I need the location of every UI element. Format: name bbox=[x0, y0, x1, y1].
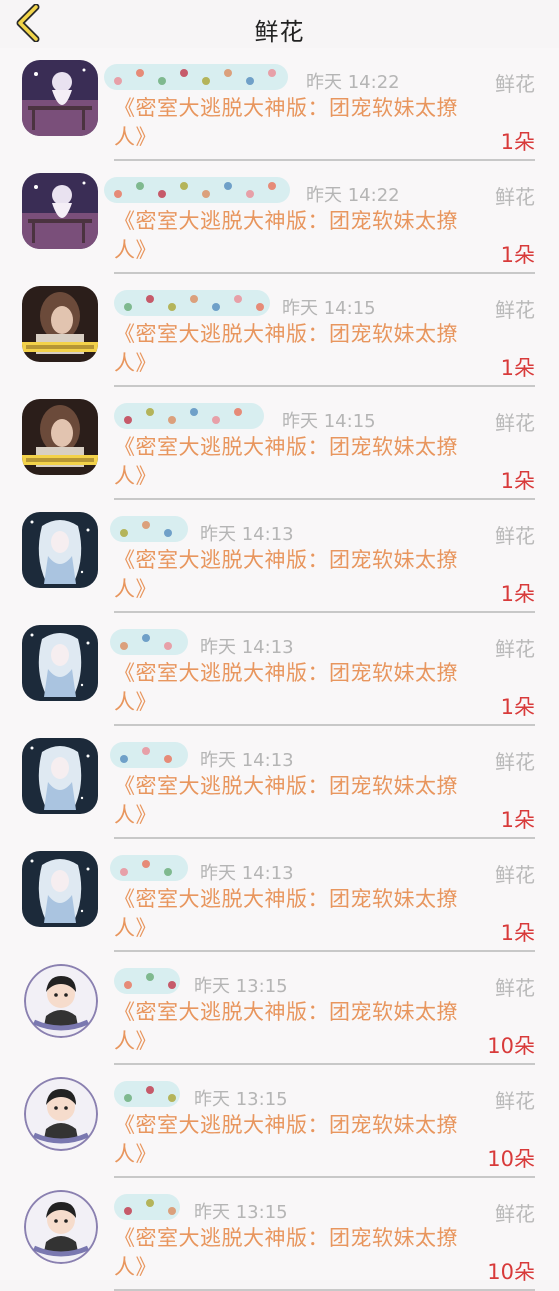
cartoon-boy-avatar[interactable] bbox=[24, 1190, 98, 1264]
gift-type: 鲜花 bbox=[495, 298, 535, 322]
flower-count: 1朵 bbox=[500, 356, 535, 380]
gift-time: 昨天 14:15 bbox=[282, 411, 376, 432]
anime-white-hair-avatar[interactable] bbox=[22, 512, 98, 588]
flower-count: 10朵 bbox=[487, 1147, 535, 1171]
book-title-link[interactable]: 《密室大逃脱大神版：团宠软妹太撩人》 bbox=[114, 546, 474, 604]
list-item[interactable]: 昨天 13:15 鲜花 《密室大逃脱大神版：团宠软妹太撩人》 10朵 bbox=[0, 952, 559, 1065]
username-redacted bbox=[114, 290, 270, 316]
list-item[interactable]: 昨天 13:15 鲜花 《密室大逃脱大神版：团宠软妹太撩人》 10朵 bbox=[0, 1178, 559, 1291]
flower-count: 10朵 bbox=[487, 1260, 535, 1284]
username-redacted bbox=[114, 403, 264, 429]
book-title-link[interactable]: 《密室大逃脱大神版：团宠软妹太撩人》 bbox=[114, 433, 474, 491]
username-redacted bbox=[104, 64, 288, 90]
username-redacted bbox=[110, 742, 188, 768]
top-bar: 鲜花 bbox=[0, 0, 559, 48]
list-item[interactable]: 昨天 14:15 鲜花 《密室大逃脱大神版：团宠软妹太撩人》 1朵 bbox=[0, 274, 559, 387]
list-item[interactable]: 昨天 14:13 鲜花 《密室大逃脱大神版：团宠软妹太撩人》 1朵 bbox=[0, 500, 559, 613]
gift-type: 鲜花 bbox=[495, 637, 535, 661]
gift-type: 鲜花 bbox=[495, 976, 535, 1000]
list-item[interactable]: 昨天 14:13 鲜花 《密室大逃脱大神版：团宠软妹太撩人》 1朵 bbox=[0, 726, 559, 839]
list-item[interactable]: 昨天 14:13 鲜花 《密室大逃脱大神版：团宠软妹太撩人》 1朵 bbox=[0, 613, 559, 726]
gift-time: 昨天 13:15 bbox=[194, 1202, 288, 1223]
flower-record-list: 昨天 14:22 鲜花 《密室大逃脱大神版：团宠软妹太撩人》 1朵 昨天 14:22 鲜花… bbox=[0, 48, 559, 1291]
book-title-link[interactable]: 《密室大逃脱大神版：团宠软妹太撩人》 bbox=[114, 207, 474, 265]
night-scene-avatar[interactable] bbox=[22, 173, 98, 249]
girl-photo-avatar[interactable] bbox=[22, 286, 98, 362]
flower-count: 1朵 bbox=[500, 469, 535, 493]
gift-type: 鲜花 bbox=[495, 1202, 535, 1226]
flower-count: 1朵 bbox=[500, 243, 535, 267]
flower-count: 1朵 bbox=[500, 582, 535, 606]
book-title-link[interactable]: 《密室大逃脱大神版：团宠软妹太撩人》 bbox=[114, 772, 474, 830]
gift-time: 昨天 14:15 bbox=[282, 298, 376, 319]
book-title-link[interactable]: 《密室大逃脱大神版：团宠软妹太撩人》 bbox=[114, 94, 474, 152]
book-title-link[interactable]: 《密室大逃脱大神版：团宠软妹太撩人》 bbox=[114, 320, 474, 378]
gift-time: 昨天 13:15 bbox=[194, 1089, 288, 1110]
anime-white-hair-avatar[interactable] bbox=[22, 738, 98, 814]
list-item[interactable]: 昨天 14:22 鲜花 《密室大逃脱大神版：团宠软妹太撩人》 1朵 bbox=[0, 48, 559, 161]
gift-time: 昨天 14:22 bbox=[306, 185, 400, 206]
anime-white-hair-avatar[interactable] bbox=[22, 625, 98, 701]
flower-count: 1朵 bbox=[500, 695, 535, 719]
book-title-link[interactable]: 《密室大逃脱大神版：团宠软妹太撩人》 bbox=[114, 1224, 474, 1282]
book-title-link[interactable]: 《密室大逃脱大神版：团宠软妹太撩人》 bbox=[114, 659, 474, 717]
gift-type: 鲜花 bbox=[495, 411, 535, 435]
gift-type: 鲜花 bbox=[495, 1089, 535, 1113]
username-redacted bbox=[114, 1194, 180, 1220]
list-item[interactable]: 昨天 14:13 鲜花 《密室大逃脱大神版：团宠软妹太撩人》 1朵 bbox=[0, 839, 559, 952]
gift-time: 昨天 13:15 bbox=[194, 976, 288, 997]
gift-time: 昨天 14:13 bbox=[200, 524, 294, 545]
username-redacted bbox=[110, 629, 188, 655]
gift-type: 鲜花 bbox=[495, 524, 535, 548]
gift-type: 鲜花 bbox=[495, 185, 535, 209]
flower-count: 1朵 bbox=[500, 808, 535, 832]
gift-time: 昨天 14:13 bbox=[200, 637, 294, 658]
flower-count: 1朵 bbox=[500, 921, 535, 945]
book-title-link[interactable]: 《密室大逃脱大神版：团宠软妹太撩人》 bbox=[114, 1111, 474, 1169]
gift-type: 鲜花 bbox=[495, 750, 535, 774]
gift-type: 鲜花 bbox=[495, 72, 535, 96]
gift-type: 鲜花 bbox=[495, 863, 535, 887]
username-redacted bbox=[104, 177, 290, 203]
username-redacted bbox=[114, 1081, 180, 1107]
flower-count: 10朵 bbox=[487, 1034, 535, 1058]
username-redacted bbox=[110, 516, 188, 542]
list-item[interactable]: 昨天 13:15 鲜花 《密室大逃脱大神版：团宠软妹太撩人》 10朵 bbox=[0, 1065, 559, 1178]
cartoon-boy-avatar[interactable] bbox=[24, 964, 98, 1038]
book-title-link[interactable]: 《密室大逃脱大神版：团宠软妹太撩人》 bbox=[114, 885, 474, 943]
gift-time: 昨天 14:13 bbox=[200, 750, 294, 771]
gift-time: 昨天 14:13 bbox=[200, 863, 294, 884]
gift-time: 昨天 14:22 bbox=[306, 72, 400, 93]
girl-photo-avatar[interactable] bbox=[22, 399, 98, 475]
username-redacted bbox=[110, 855, 188, 881]
book-title-link[interactable]: 《密室大逃脱大神版：团宠软妹太撩人》 bbox=[114, 998, 474, 1056]
page-title: 鲜花 bbox=[254, 18, 305, 46]
username-redacted bbox=[114, 968, 180, 994]
cartoon-boy-avatar[interactable] bbox=[24, 1077, 98, 1151]
list-item[interactable]: 昨天 14:15 鲜花 《密室大逃脱大神版：团宠软妹太撩人》 1朵 bbox=[0, 387, 559, 500]
flower-count: 1朵 bbox=[500, 130, 535, 154]
night-scene-avatar[interactable] bbox=[22, 60, 98, 136]
list-item[interactable]: 昨天 14:22 鲜花 《密室大逃脱大神版：团宠软妹太撩人》 1朵 bbox=[0, 161, 559, 274]
anime-white-hair-avatar[interactable] bbox=[22, 851, 98, 927]
